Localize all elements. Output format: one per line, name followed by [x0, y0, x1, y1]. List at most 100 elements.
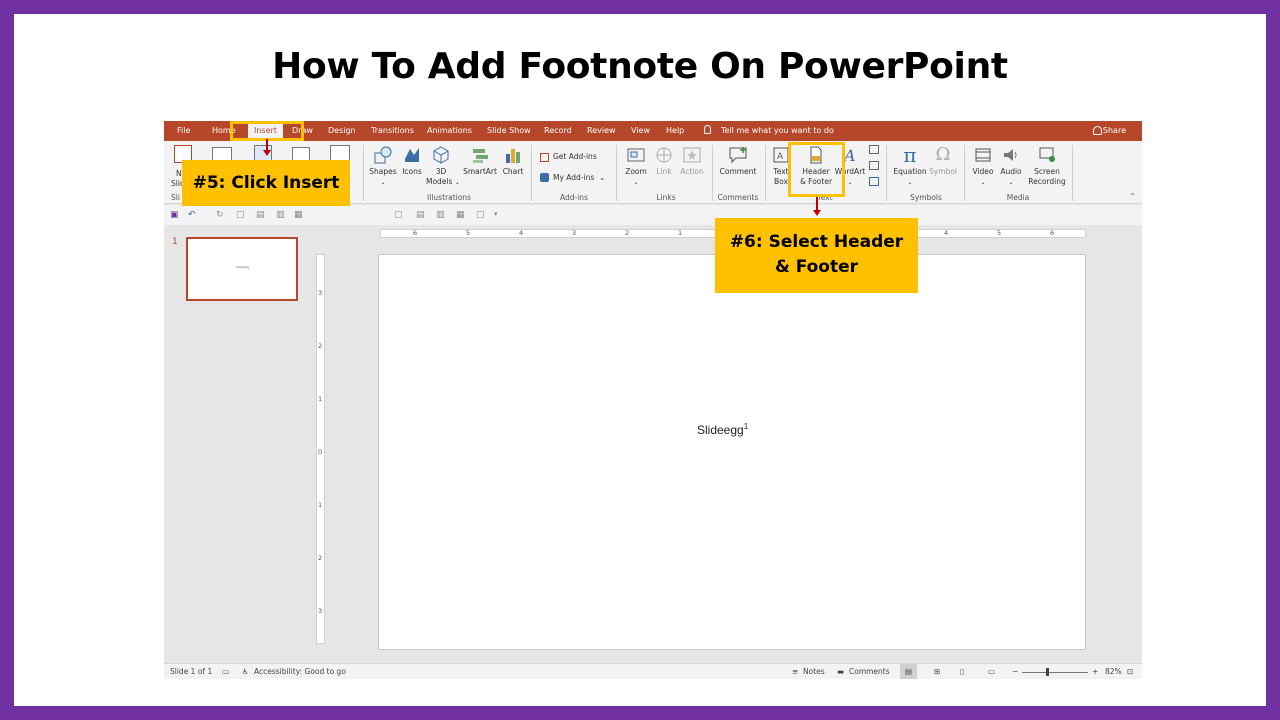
svg-text:A: A — [777, 152, 784, 162]
screen-recording-label-1: Screen — [1034, 167, 1060, 176]
ruler-tick: 0 — [318, 448, 323, 456]
icons-button[interactable]: Icons — [400, 145, 424, 177]
normal-view-icon[interactable]: ▤ — [900, 664, 918, 679]
lightbulb-icon — [704, 125, 711, 134]
ruler-tick: 1 — [678, 229, 683, 237]
tab-animations[interactable]: Animations — [427, 121, 472, 141]
share-person-icon — [1093, 126, 1102, 135]
zoom-out-icon[interactable]: − — [1012, 664, 1018, 679]
smartart-label: SmartArt — [463, 167, 497, 176]
ruler-tick: 3 — [572, 229, 577, 237]
quick-access-toolbar: ▣ ↶ ↻ ▢ ▤ ▥ ▦ ▢ ▤ ▥ ▦ ▢ ▾ — [164, 205, 1142, 225]
tell-me-search[interactable]: Tell me what you want to do — [721, 121, 834, 141]
icons-icon — [405, 148, 419, 162]
qat-tool-9-icon[interactable]: ▢ — [476, 210, 485, 220]
slideshow-view-icon[interactable]: ▭ — [988, 664, 995, 679]
zoom-level[interactable]: 82% — [1105, 664, 1122, 679]
ruler-tick: 3 — [318, 289, 323, 297]
slide-canvas[interactable]: Slideegg1 — [378, 254, 1086, 650]
ribbon-tab-bar: File Home Insert Draw Design Transitions… — [164, 121, 1142, 141]
comment-button[interactable]: Comment — [716, 145, 760, 177]
equation-button[interactable]: π Equation ⌄ — [892, 145, 928, 188]
link-button[interactable]: Link — [652, 145, 676, 177]
video-button[interactable]: Video ⌄ — [970, 145, 996, 188]
action-label: Action — [680, 167, 704, 176]
symbol-button[interactable]: Ω Symbol — [928, 145, 958, 177]
shapes-button[interactable]: Shapes ⌄ — [369, 145, 397, 188]
action-button[interactable]: Action — [678, 145, 706, 177]
fit-to-window-icon[interactable]: ⊡ — [1127, 664, 1133, 679]
slide-number-icon[interactable] — [869, 161, 879, 170]
qat-tool-8-icon[interactable]: ▦ — [456, 210, 465, 220]
collapse-ribbon-icon[interactable]: ⌃ — [1129, 192, 1136, 201]
slide-thumbnail[interactable]: Slideegg — [186, 237, 298, 301]
tab-slide-show[interactable]: Slide Show — [487, 121, 531, 141]
arrow-line — [816, 197, 818, 211]
get-addins-button[interactable]: Get Add-ins — [553, 150, 597, 164]
audio-button[interactable]: Audio ⌄ — [998, 145, 1024, 188]
step6-line2: & Footer — [774, 257, 859, 277]
qat-tool-4-icon[interactable]: ▦ — [294, 210, 303, 220]
my-addins-icon — [540, 173, 549, 182]
undo-icon[interactable]: ↶ — [188, 210, 196, 220]
screen-recording-label-2: Recording — [1028, 177, 1066, 186]
link-label: Link — [656, 167, 672, 176]
accessibility-status[interactable]: Accessibility: Good to go — [254, 664, 346, 679]
ruler-tick: 2 — [318, 342, 323, 350]
symbol-label: Symbol — [929, 167, 957, 176]
zoom-button[interactable]: Zoom ⌄ — [622, 145, 650, 188]
qat-tool-5-icon[interactable]: ▢ — [394, 210, 403, 220]
qat-tool-1-icon[interactable]: ▢ — [236, 210, 245, 220]
ruler-tick: 5 — [466, 229, 471, 237]
comments-button[interactable]: Comments — [849, 664, 890, 679]
reading-view-icon[interactable]: ▯ — [960, 664, 964, 679]
arrow-head — [263, 150, 271, 156]
text-box-label-1: Text — [773, 167, 789, 176]
qat-tool-7-icon[interactable]: ▥ — [436, 210, 445, 220]
zoom-in-icon[interactable]: + — [1092, 664, 1098, 679]
qat-tool-2-icon[interactable]: ▤ — [256, 210, 265, 220]
tab-transitions[interactable]: Transitions — [371, 121, 414, 141]
share-button[interactable]: Share — [1103, 121, 1126, 141]
tab-view[interactable]: View — [631, 121, 650, 141]
object-icon[interactable] — [869, 177, 879, 186]
customize-qat-icon[interactable]: ▾ — [494, 210, 498, 218]
chart-button[interactable]: Chart — [500, 145, 526, 177]
spelling-icon[interactable]: ▭ — [222, 664, 229, 679]
vertical-ruler: 3 2 1 0 1 2 3 — [316, 254, 325, 644]
3d-label-2: Models — [426, 177, 453, 186]
slide-text[interactable]: Slideegg1 — [697, 422, 748, 437]
step6-line1: #6: Select Header — [729, 232, 904, 252]
smartart-icon — [473, 149, 488, 163]
step5-callout: #5: Click Insert — [182, 160, 350, 206]
action-star-icon — [683, 147, 701, 163]
footnote-mark: 1 — [743, 422, 749, 431]
zoom-slider[interactable] — [1022, 672, 1088, 673]
tab-review[interactable]: Review — [587, 121, 616, 141]
chart-icon — [506, 149, 520, 163]
header-footer-highlight — [788, 142, 845, 197]
my-addins-button[interactable]: My Add-ins ⌄ — [553, 171, 605, 185]
equation-label: Equation — [893, 167, 927, 176]
smartart-button[interactable]: SmartArt — [462, 145, 498, 177]
date-time-icon[interactable] — [869, 145, 879, 154]
ruler-tick: 6 — [413, 229, 418, 237]
step6-callout: #6: Select Header & Footer — [715, 218, 918, 293]
pi-icon: π — [903, 143, 917, 167]
save-icon[interactable]: ▣ — [170, 210, 179, 220]
3d-models-button[interactable]: 3D Models ⌄ — [426, 145, 460, 188]
qat-tool-6-icon[interactable]: ▤ — [416, 210, 425, 220]
new-slide-label-1[interactable]: N — [176, 169, 182, 179]
tab-help[interactable]: Help — [666, 121, 684, 141]
notes-button[interactable]: Notes — [803, 664, 825, 679]
ruler-tick: 1 — [318, 395, 323, 403]
tab-record[interactable]: Record — [544, 121, 572, 141]
zoom-slider-thumb[interactable] — [1046, 668, 1049, 676]
qat-tool-3-icon[interactable]: ▥ — [276, 210, 285, 220]
tab-file[interactable]: File — [177, 121, 190, 141]
redo-icon[interactable]: ↻ — [216, 210, 224, 220]
ruler-tick: 2 — [318, 554, 323, 562]
slide-sorter-icon[interactable]: ⊞ — [934, 664, 940, 679]
tab-design[interactable]: Design — [328, 121, 356, 141]
screen-recording-button[interactable]: Screen Recording — [1026, 145, 1068, 187]
